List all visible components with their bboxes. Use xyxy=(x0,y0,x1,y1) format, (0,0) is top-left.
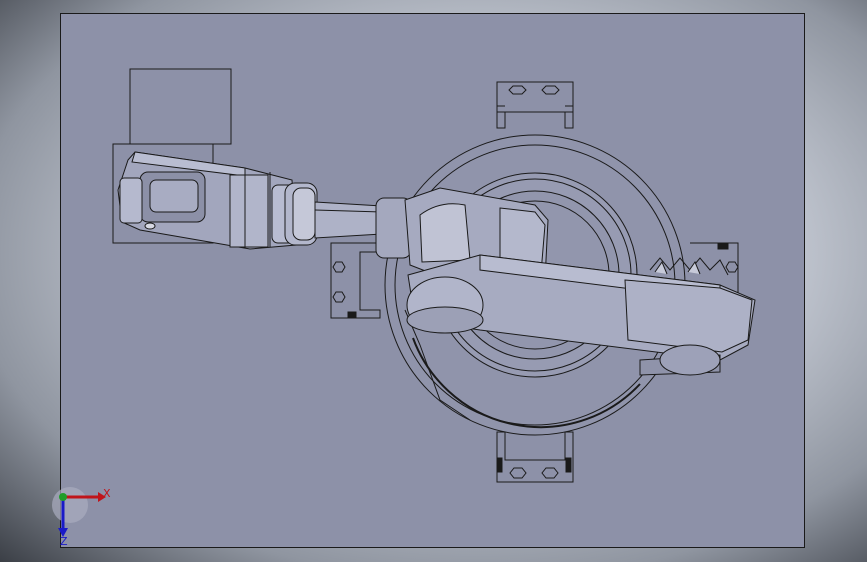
forearm-shaft[interactable] xyxy=(314,197,412,259)
end-effector[interactable] xyxy=(117,151,298,250)
x-axis-label: X xyxy=(103,487,111,500)
base-mount-top xyxy=(496,81,574,129)
triad-shadow xyxy=(52,487,88,523)
coordinate-triad[interactable]: X Z xyxy=(52,487,111,548)
robot-arm-assembly[interactable] xyxy=(112,68,756,483)
base-mount-bottom xyxy=(496,431,574,483)
y-axis-dot xyxy=(59,493,67,501)
wrist-flange xyxy=(284,182,318,246)
graphics-viewport[interactable]: X Z xyxy=(0,0,867,562)
gear-teeth xyxy=(649,257,729,276)
z-axis-label: Z xyxy=(60,535,68,548)
robot-arm-model[interactable]: X Z xyxy=(0,0,867,562)
base-mount-left xyxy=(330,242,381,319)
